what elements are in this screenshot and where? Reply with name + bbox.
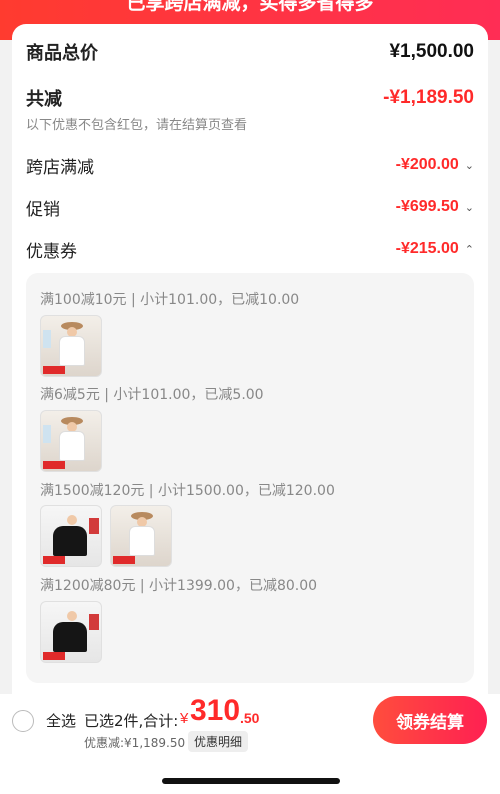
cross-store-discount-label: 跨店满减 (26, 157, 94, 178)
chevron-down-icon[interactable]: ⌄ (465, 159, 474, 172)
promotion-row[interactable]: 促销 -¥699.50 ⌄ (26, 194, 474, 220)
coupon-group-title: 满100减10元 | 小计101.00，已减10.00 (40, 292, 300, 308)
product-thumbnail[interactable] (40, 315, 102, 377)
total-reduction-value: -¥1,189.50 (383, 87, 474, 108)
product-thumbnail[interactable] (40, 505, 102, 567)
checkout-button[interactable]: 领券结算 (373, 696, 487, 744)
total-reduction-row: 共减 -¥1,189.50 (26, 84, 474, 112)
discount-detail-button[interactable]: 优惠明细 (188, 731, 249, 752)
product-thumbnail[interactable] (110, 505, 172, 567)
coupon-label: 优惠券 (26, 241, 77, 262)
cross-store-discount-row[interactable]: 跨店满减 -¥200.00 ⌄ (26, 152, 474, 178)
checkout-bar: 全选 已选2件,合计: ¥ 310 .50 优惠减:¥1,189.50 优惠明细… (0, 694, 500, 794)
chevron-up-icon[interactable]: ⌃ (465, 243, 474, 256)
selected-summary: 已选2件,合计: (84, 712, 179, 730)
promo-banner-text: 已享跨店满减，买得多省得多 (126, 0, 374, 14)
select-all-label[interactable]: 全选 (46, 710, 76, 731)
coupon-group-title: 满1500减120元 | 小计1500.00，已减120.00 (40, 483, 335, 499)
coupon-value: -¥215.00 (395, 240, 459, 257)
currency-symbol: ¥ (180, 710, 189, 727)
chevron-down-icon[interactable]: ⌄ (465, 201, 474, 214)
coupon-group-title: 满1200减80元 | 小计1399.00，已减80.00 (40, 578, 318, 594)
product-thumbnail[interactable] (40, 410, 102, 472)
total-reduction-label: 共减 (26, 89, 62, 110)
discount-note: 以下优惠不包含红包，请在结算页查看 (26, 118, 248, 133)
total-price-value: ¥1,500.00 (389, 41, 474, 62)
total-price-label: 商品总价 (26, 43, 98, 64)
cross-store-discount-value: -¥200.00 (395, 156, 459, 173)
discount-amount: 优惠减:¥1,189.50 (84, 736, 186, 750)
product-thumbnail[interactable] (40, 601, 102, 663)
select-all-checkbox[interactable] (12, 710, 34, 732)
discount-detail-card: 商品总价 ¥1,500.00 共减 -¥1,189.50 以下优惠不包含红包，请… (12, 24, 488, 694)
coupon-group-title: 满6减5元 | 小计101.00，已减5.00 (40, 387, 264, 403)
promotion-value: -¥699.50 (395, 198, 459, 215)
total-price-decimal: .50 (240, 710, 260, 726)
total-price-row: 商品总价 ¥1,500.00 (26, 38, 474, 66)
promotion-label: 促销 (26, 199, 60, 220)
coupon-row[interactable]: 优惠券 -¥215.00 ⌃ (26, 236, 474, 262)
total-price-integer: 310 (190, 694, 241, 727)
home-indicator (162, 778, 340, 784)
coupon-breakdown-panel: 满100减10元 | 小计101.00，已减10.00 满6减5元 | 小计10… (26, 273, 474, 683)
